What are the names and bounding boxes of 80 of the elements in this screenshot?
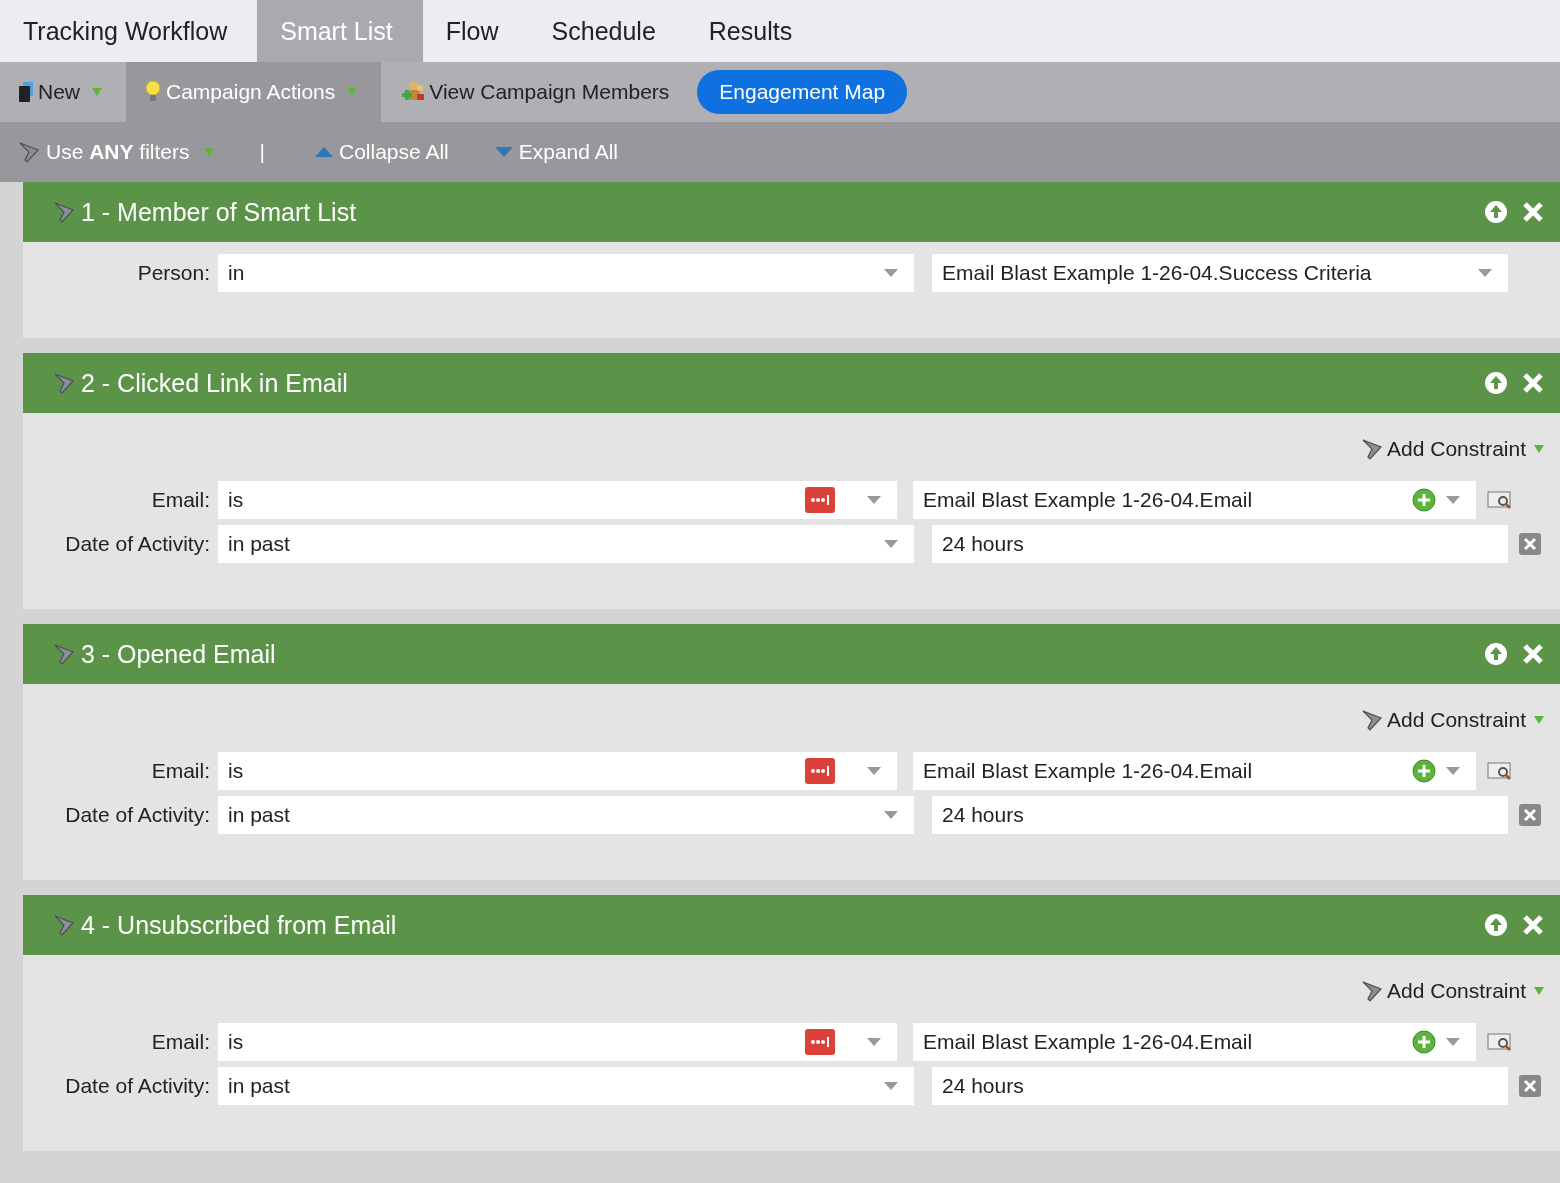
funnel-icon — [1361, 437, 1384, 461]
lightbulb-icon — [144, 80, 162, 104]
move-up-icon[interactable] — [1484, 642, 1508, 666]
close-icon[interactable] — [1522, 643, 1544, 665]
caret-icon[interactable] — [867, 1038, 881, 1046]
tab[interactable]: Schedule — [528, 0, 686, 62]
field-label: Date of Activity: — [64, 803, 210, 827]
operator-dropdown[interactable]: in past — [218, 796, 914, 834]
operator-dropdown[interactable]: in past — [218, 525, 914, 563]
field-label: Email: — [150, 1030, 210, 1054]
filter-title: 3 - Opened Email — [81, 639, 277, 669]
add-constraint-button[interactable]: Add Constraint — [1361, 437, 1526, 461]
delete-icon[interactable] — [1519, 533, 1541, 555]
close-icon[interactable] — [1522, 372, 1544, 394]
tab[interactable]: Tracking Workflow — [0, 0, 258, 62]
caret-icon[interactable] — [1446, 767, 1460, 775]
caret-icon[interactable] — [884, 269, 898, 277]
caret-icon[interactable] — [884, 540, 898, 548]
caret-icon[interactable] — [1534, 716, 1544, 724]
filter-title: 4 - Unsubscribed from Email — [81, 910, 398, 940]
caret-icon[interactable] — [867, 496, 881, 504]
plus-circle-icon[interactable] — [1412, 1030, 1436, 1054]
field-label: Email: — [150, 759, 210, 783]
separator: | — [259, 140, 265, 164]
operator-dropdown[interactable]: is — [218, 481, 897, 519]
move-up-icon[interactable] — [1484, 913, 1508, 937]
caret-icon[interactable] — [867, 767, 881, 775]
tab[interactable]: Results — [685, 0, 823, 62]
field-label: Date of Activity: — [64, 532, 210, 556]
value-field[interactable]: 24 hours — [932, 796, 1508, 834]
caret-icon[interactable] — [884, 1082, 898, 1090]
preview-icon[interactable] — [1487, 1031, 1513, 1053]
funnel-icon — [53, 913, 75, 937]
move-up-icon[interactable] — [1484, 371, 1508, 395]
field-label: Email: — [150, 488, 210, 512]
value-dropdown[interactable]: Email Blast Example 1-26-04.Email — [913, 1023, 1476, 1061]
filter-title: 2 - Clicked Link in Email — [81, 368, 349, 398]
funnel-icon — [1361, 708, 1384, 732]
operator-dropdown[interactable]: in — [218, 254, 914, 292]
funnel-icon — [53, 371, 75, 395]
operator-dropdown[interactable]: in past — [218, 1067, 914, 1105]
preview-icon[interactable] — [1487, 489, 1513, 511]
value-dropdown[interactable]: Email Blast Example 1-26-04.Email — [913, 752, 1476, 790]
ellipsis-icon[interactable] — [805, 758, 835, 784]
delete-icon[interactable] — [1519, 1075, 1541, 1097]
filter-title: 1 - Member of Smart List — [81, 197, 358, 227]
move-up-icon[interactable] — [1484, 200, 1508, 224]
toolbar-item[interactable]: View Campaign Members — [429, 80, 670, 104]
toolbar-item[interactable]: New — [38, 80, 80, 104]
add-constraint-button[interactable]: Add Constraint — [1361, 979, 1526, 1003]
field-label: Person: — [136, 261, 210, 285]
funnel-icon — [18, 140, 40, 164]
add-constraint-button[interactable]: Add Constraint — [1361, 708, 1526, 732]
caret-icon[interactable] — [1534, 987, 1544, 995]
tab[interactable]: Flow — [422, 0, 529, 62]
ellipsis-icon[interactable] — [805, 487, 835, 513]
field-label: Date of Activity: — [64, 1074, 210, 1098]
caret-icon[interactable] — [1478, 269, 1492, 277]
plus-circle-icon[interactable] — [1412, 759, 1436, 783]
value-dropdown[interactable]: Email Blast Example 1-26-04.Email — [913, 481, 1476, 519]
book-icon — [18, 81, 34, 103]
caret-icon[interactable] — [1534, 445, 1544, 453]
caret-icon[interactable] — [1446, 1038, 1460, 1046]
caret-icon[interactable] — [1446, 496, 1460, 504]
value-dropdown[interactable]: Email Blast Example 1-26-04.Success Criteria — [932, 254, 1508, 292]
operator-dropdown[interactable]: is — [218, 1023, 897, 1061]
preview-icon[interactable] — [1487, 760, 1513, 782]
funnel-icon — [53, 642, 75, 666]
caret-icon[interactable] — [884, 811, 898, 819]
close-icon[interactable] — [1522, 201, 1544, 223]
value-field[interactable]: 24 hours — [932, 1067, 1508, 1105]
operator-dropdown[interactable]: is — [218, 752, 897, 790]
funnel-icon — [1361, 979, 1384, 1003]
close-icon[interactable] — [1522, 914, 1544, 936]
funnel-icon — [53, 200, 75, 224]
ellipsis-icon[interactable] — [805, 1029, 835, 1055]
delete-icon[interactable] — [1519, 804, 1541, 826]
engagement-map-button[interactable]: Engagement Map — [697, 70, 908, 114]
value-field[interactable]: 24 hours — [932, 525, 1508, 563]
plus-circle-icon[interactable] — [1412, 488, 1436, 512]
